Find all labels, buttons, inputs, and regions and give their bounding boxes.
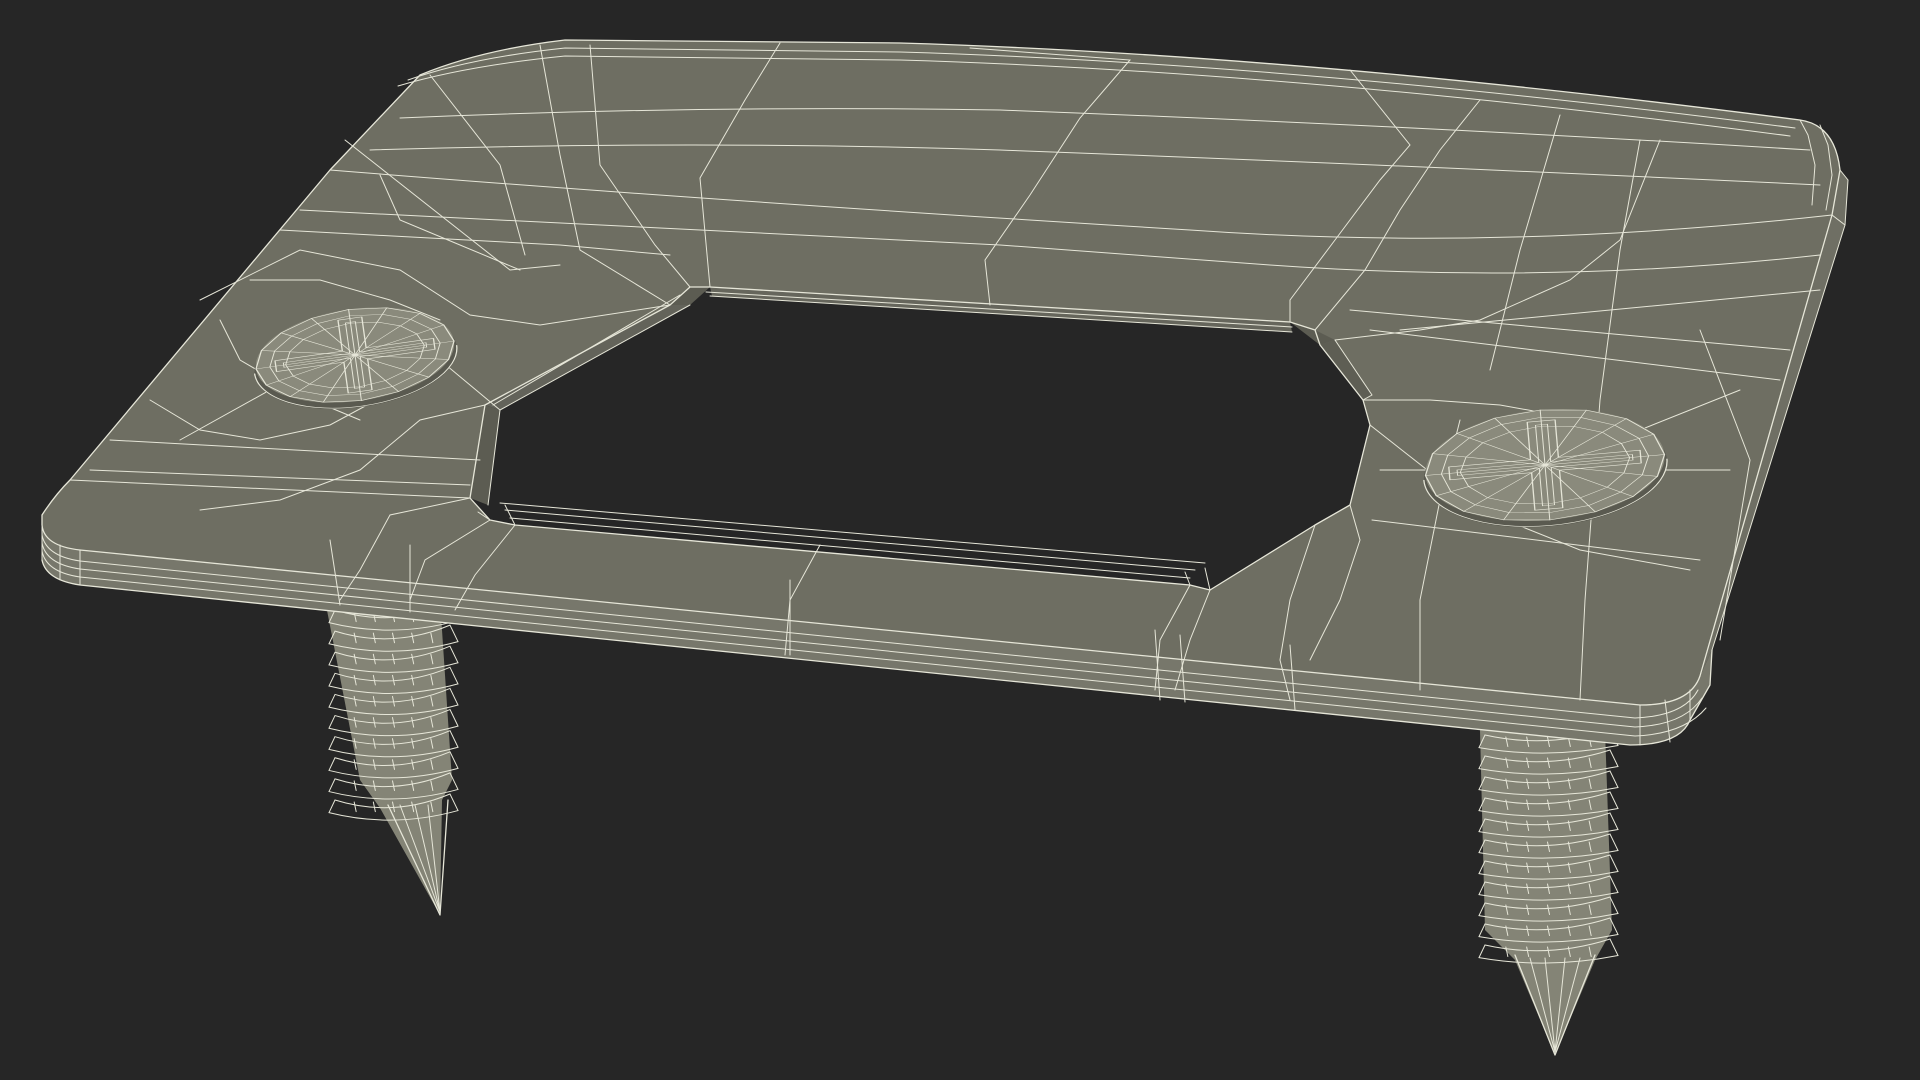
screw-thread-edge xyxy=(353,759,357,770)
wireframe-scene xyxy=(41,39,1849,1056)
render-viewport xyxy=(0,0,1920,1080)
screw-right-shaft xyxy=(1478,728,1619,1056)
screw-thread-edge xyxy=(372,801,376,813)
screw-left-shaft xyxy=(325,600,459,916)
screw-thread-edge xyxy=(353,780,357,791)
screw-thread-edge xyxy=(353,801,357,813)
